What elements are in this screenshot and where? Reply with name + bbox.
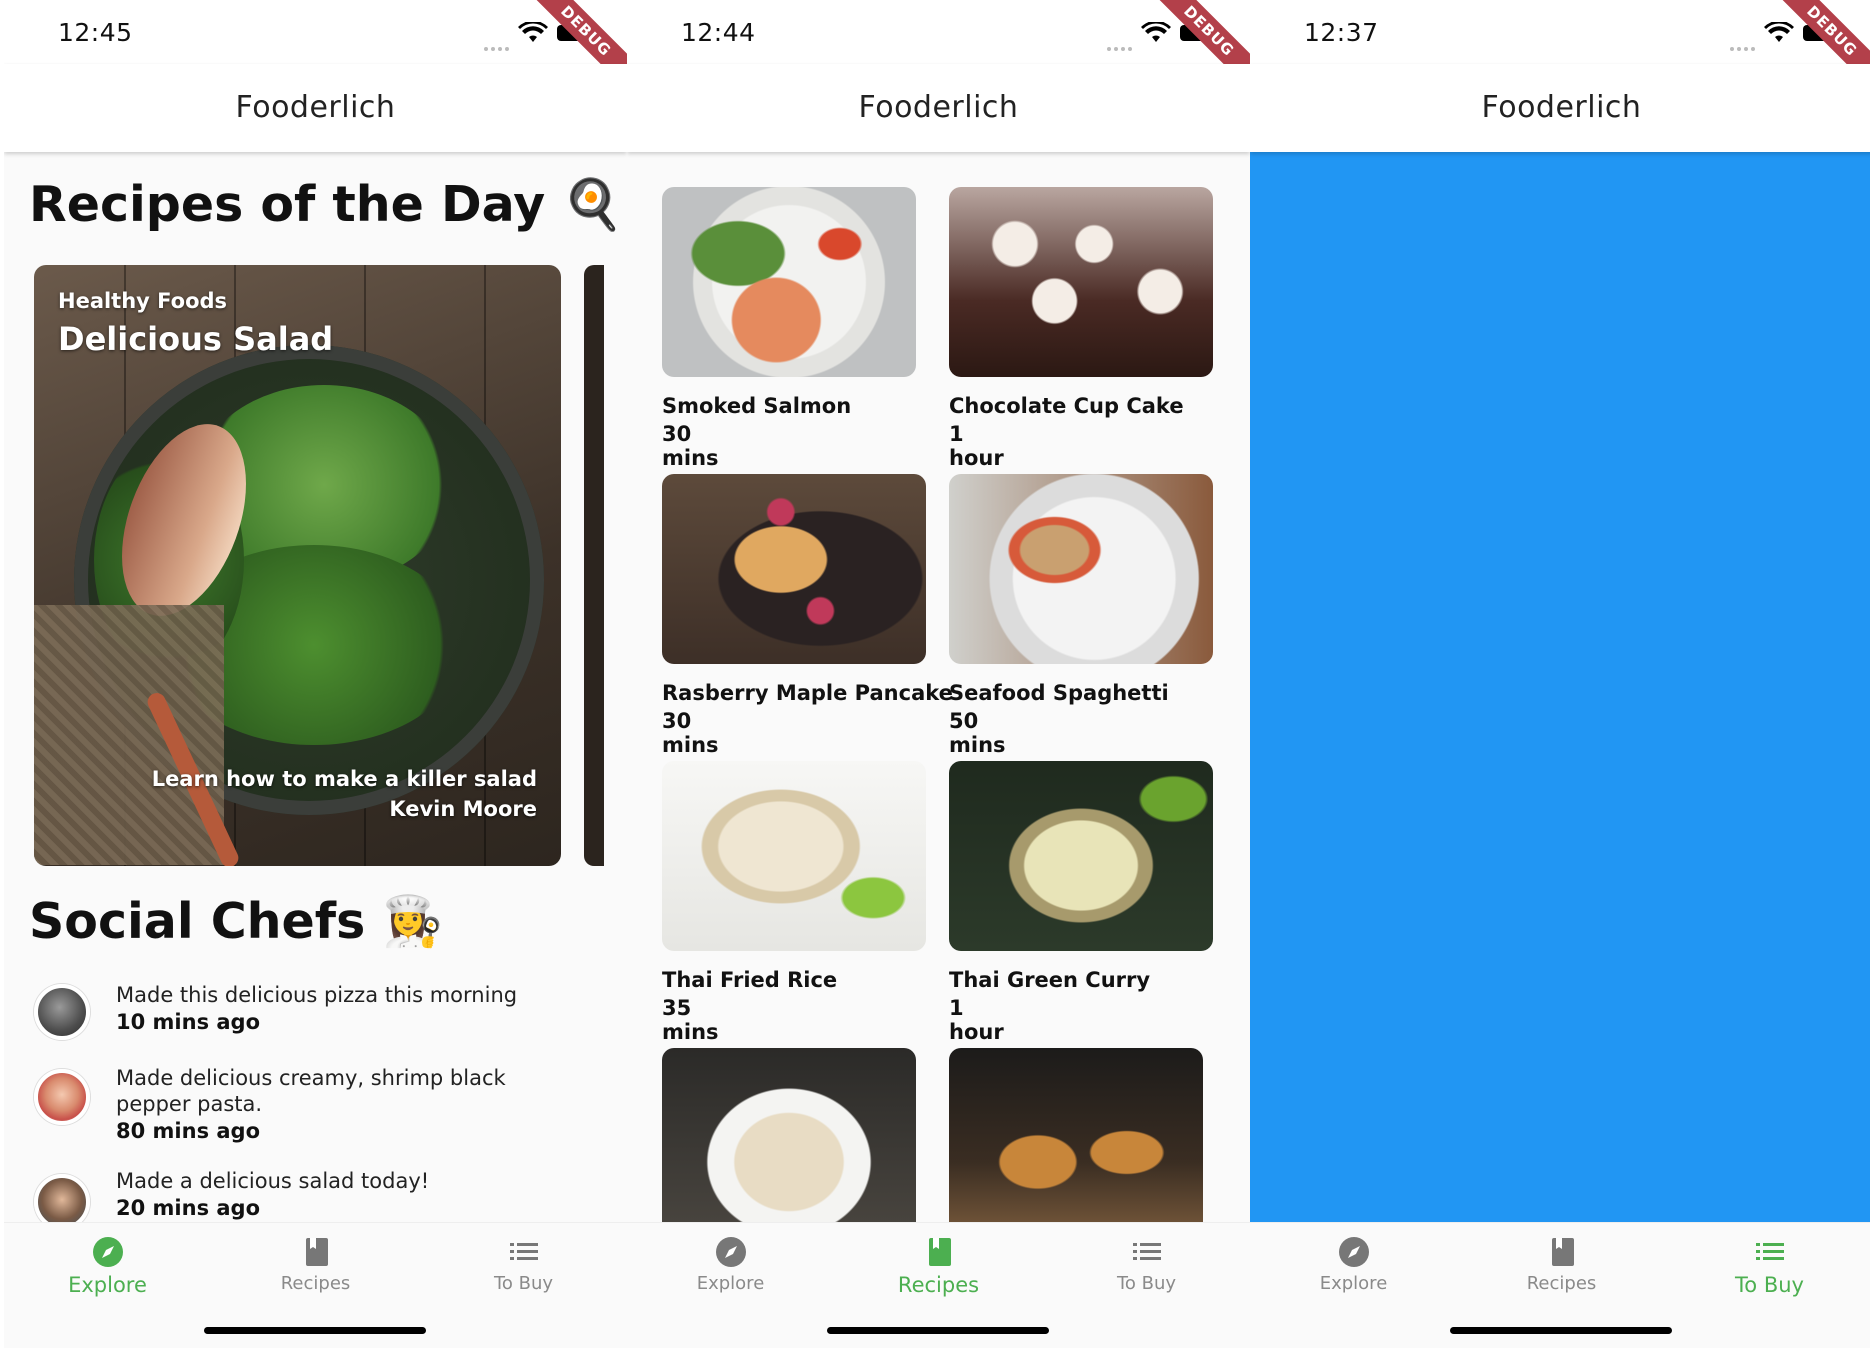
thai-green-curry-image xyxy=(949,761,1213,951)
next-card-peek[interactable] xyxy=(584,265,604,866)
app-bar: Fooderlich xyxy=(1250,64,1870,152)
card-title: Delicious Salad xyxy=(58,320,334,358)
status-time: 12:45 xyxy=(58,18,133,47)
social-chefs-title: Social Chefs 👩‍🍳 xyxy=(29,893,444,950)
status-bar: 12:45 DEBUG xyxy=(4,0,627,94)
recipe-duration: 35 mins xyxy=(662,996,719,1044)
recipes-of-the-day-title: Recipes of the Day 🍳 xyxy=(29,176,624,233)
nav-tobuy[interactable]: To Buy xyxy=(1043,1235,1250,1294)
nav-explore-label: Explore xyxy=(1319,1273,1388,1294)
post-text: Made this delicious pizza this morning xyxy=(116,983,518,1007)
wifi-icon xyxy=(1764,22,1794,42)
compass-icon xyxy=(1338,1237,1369,1267)
phone-tobuy: 12:37 DEBUG Fooderlich Explore Recipes T… xyxy=(1250,0,1870,1348)
recipe-duration: 30 mins xyxy=(662,709,719,757)
book-icon xyxy=(305,1238,328,1266)
burgers-image xyxy=(949,1048,1203,1238)
status-time: 12:37 xyxy=(1304,18,1379,47)
phone-explore: 12:45 DEBUG Fooderlich Recipes of the Da… xyxy=(4,0,627,1348)
home-indicator[interactable] xyxy=(827,1327,1049,1334)
recipe-name: Thai Fried Rice xyxy=(662,968,838,992)
list-icon xyxy=(509,1243,538,1260)
bottom-navigation: Explore Recipes To Buy xyxy=(627,1222,1250,1348)
recipe-duration: 1 hour xyxy=(949,996,1004,1044)
wifi-icon xyxy=(1141,22,1171,42)
burlap-cloth xyxy=(34,605,224,865)
nav-tobuy[interactable]: To Buy xyxy=(420,1235,627,1294)
bottom-navigation: Explore Recipes To Buy xyxy=(1250,1222,1870,1348)
avatar[interactable] xyxy=(34,1069,90,1125)
blue-content-panel xyxy=(1250,152,1870,1222)
nav-tobuy-label: To Buy xyxy=(1735,1273,1804,1297)
app-bar: Fooderlich xyxy=(627,64,1250,152)
card-author: Kevin Moore xyxy=(389,797,537,821)
app-title: Fooderlich xyxy=(1481,90,1642,125)
recipe-card-delicious-salad[interactable]: Healthy Foods Delicious Salad Learn how … xyxy=(34,265,561,866)
app-title: Fooderlich xyxy=(235,90,396,125)
compass-icon xyxy=(715,1237,746,1267)
nav-recipes[interactable]: Recipes xyxy=(1458,1235,1665,1294)
nav-explore-label: Explore xyxy=(68,1273,147,1297)
home-indicator[interactable] xyxy=(204,1327,426,1334)
post-time: 10 mins ago xyxy=(116,1010,261,1034)
post-time: 20 mins ago xyxy=(116,1196,261,1220)
status-bar: 12:37 DEBUG xyxy=(1250,0,1870,94)
avatar[interactable] xyxy=(34,984,90,1040)
raspberry-pancake-image xyxy=(662,474,926,664)
signal-icon xyxy=(1107,36,1135,51)
book-icon xyxy=(928,1238,951,1266)
list-icon xyxy=(1132,1243,1161,1260)
phone-recipes: 12:44 DEBUG Fooderlich Smoked Salmon 30 … xyxy=(627,0,1250,1348)
wifi-icon xyxy=(518,22,548,42)
book-icon xyxy=(1551,1238,1574,1266)
nav-recipes-label: Recipes xyxy=(1526,1273,1597,1294)
nav-recipes[interactable]: Recipes xyxy=(835,1235,1042,1297)
compass-icon xyxy=(92,1237,123,1267)
app-bar: Fooderlich xyxy=(4,64,627,152)
chocolate-cupcake-image xyxy=(949,187,1213,377)
smoked-salmon-image xyxy=(662,187,916,377)
bottom-navigation: Explore Recipes To Buy xyxy=(4,1222,627,1348)
recipe-name: Chocolate Cup Cake xyxy=(949,394,1184,418)
status-time: 12:44 xyxy=(681,18,756,47)
nav-recipes-label: Recipes xyxy=(280,1273,351,1294)
nav-explore[interactable]: Explore xyxy=(4,1235,211,1297)
nav-recipes[interactable]: Recipes xyxy=(212,1235,419,1294)
noodle-soup-image xyxy=(662,1048,916,1238)
card-category: Healthy Foods xyxy=(58,289,228,313)
post-text: Made delicious creamy, shrimp black pepp… xyxy=(116,1066,506,1116)
post-time: 80 mins ago xyxy=(116,1119,261,1143)
recipe-name: Smoked Salmon xyxy=(662,394,852,418)
nav-explore[interactable]: Explore xyxy=(1250,1235,1457,1294)
home-indicator[interactable] xyxy=(1450,1327,1672,1334)
app-title: Fooderlich xyxy=(858,90,1019,125)
card-description: Learn how to make a killer salad xyxy=(151,767,537,791)
signal-icon xyxy=(1730,36,1758,51)
recipe-duration: 50 mins xyxy=(949,709,1006,757)
nav-explore-label: Explore xyxy=(696,1273,765,1294)
thai-fried-rice-image xyxy=(662,761,926,951)
recipe-duration: 30 mins xyxy=(662,422,719,470)
recipe-name: Seafood Spaghetti xyxy=(949,681,1169,705)
nav-explore[interactable]: Explore xyxy=(627,1235,834,1294)
signal-icon xyxy=(484,36,512,51)
screens-row: 12:45 DEBUG Fooderlich Recipes of the Da… xyxy=(0,0,1870,1348)
nav-tobuy[interactable]: To Buy xyxy=(1666,1235,1870,1297)
nav-tobuy-label: To Buy xyxy=(493,1273,554,1294)
seafood-spaghetti-image xyxy=(949,474,1213,664)
recipe-name: Rasberry Maple Pancake xyxy=(662,681,953,705)
recipe-duration: 1 hour xyxy=(949,422,1004,470)
recipe-name: Thai Green Curry xyxy=(949,968,1151,992)
status-bar: 12:44 DEBUG xyxy=(627,0,1250,94)
nav-tobuy-label: To Buy xyxy=(1116,1273,1177,1294)
list-icon xyxy=(1755,1243,1784,1260)
nav-recipes-label: Recipes xyxy=(897,1273,980,1297)
post-text: Made a delicious salad today! xyxy=(116,1169,430,1193)
